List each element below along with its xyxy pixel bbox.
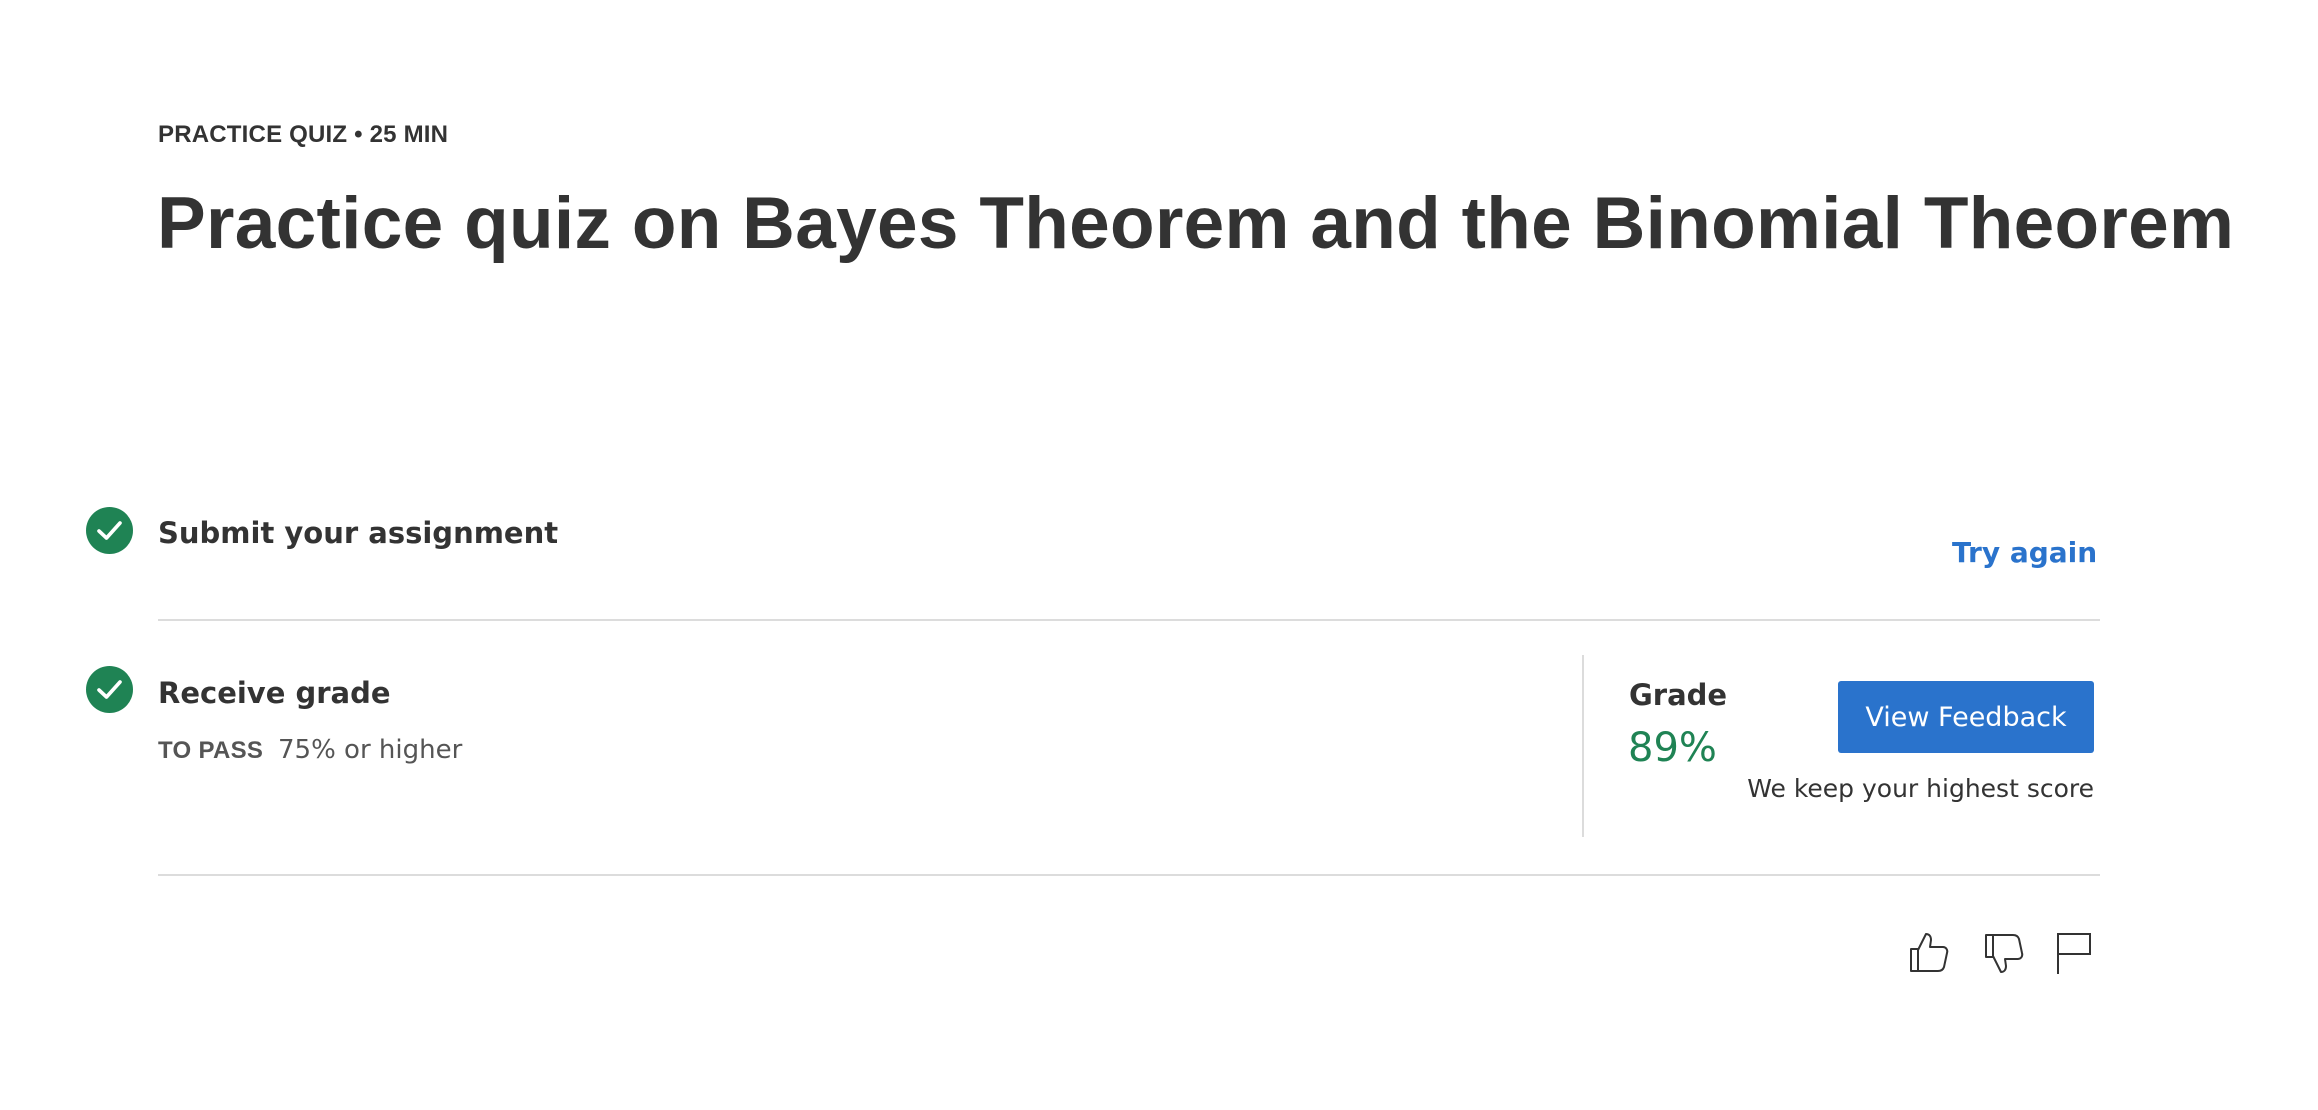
vertical-divider [1582,655,1584,837]
quiz-page: PRACTICE QUIZ • 25 MIN Practice quiz on … [0,0,2318,1110]
item-type-label: PRACTICE QUIZ • 25 MIN [158,121,449,148]
to-pass-label: TO PASS [158,737,264,764]
highest-score-note: We keep your highest score [1747,774,2094,803]
check-circle-icon [86,507,133,554]
grade-label: Grade [1629,678,1728,712]
grade-value: 89% [1628,725,1717,771]
submit-assignment-title: Submit your assignment [158,516,559,550]
to-pass-value: 75% or higher [278,735,463,765]
thumbs-down-icon[interactable] [1982,930,2028,976]
receive-grade-title: Receive grade [158,676,391,710]
thumbs-up-icon[interactable] [1907,930,1953,976]
view-feedback-button[interactable]: View Feedback [1838,681,2094,753]
try-again-link[interactable]: Try again [1952,536,2097,569]
page-title: Practice quiz on Bayes Theorem and the B… [157,183,2235,264]
divider [158,619,2100,621]
check-circle-icon [86,666,133,713]
divider [158,874,2100,876]
flag-icon[interactable] [2050,930,2096,976]
